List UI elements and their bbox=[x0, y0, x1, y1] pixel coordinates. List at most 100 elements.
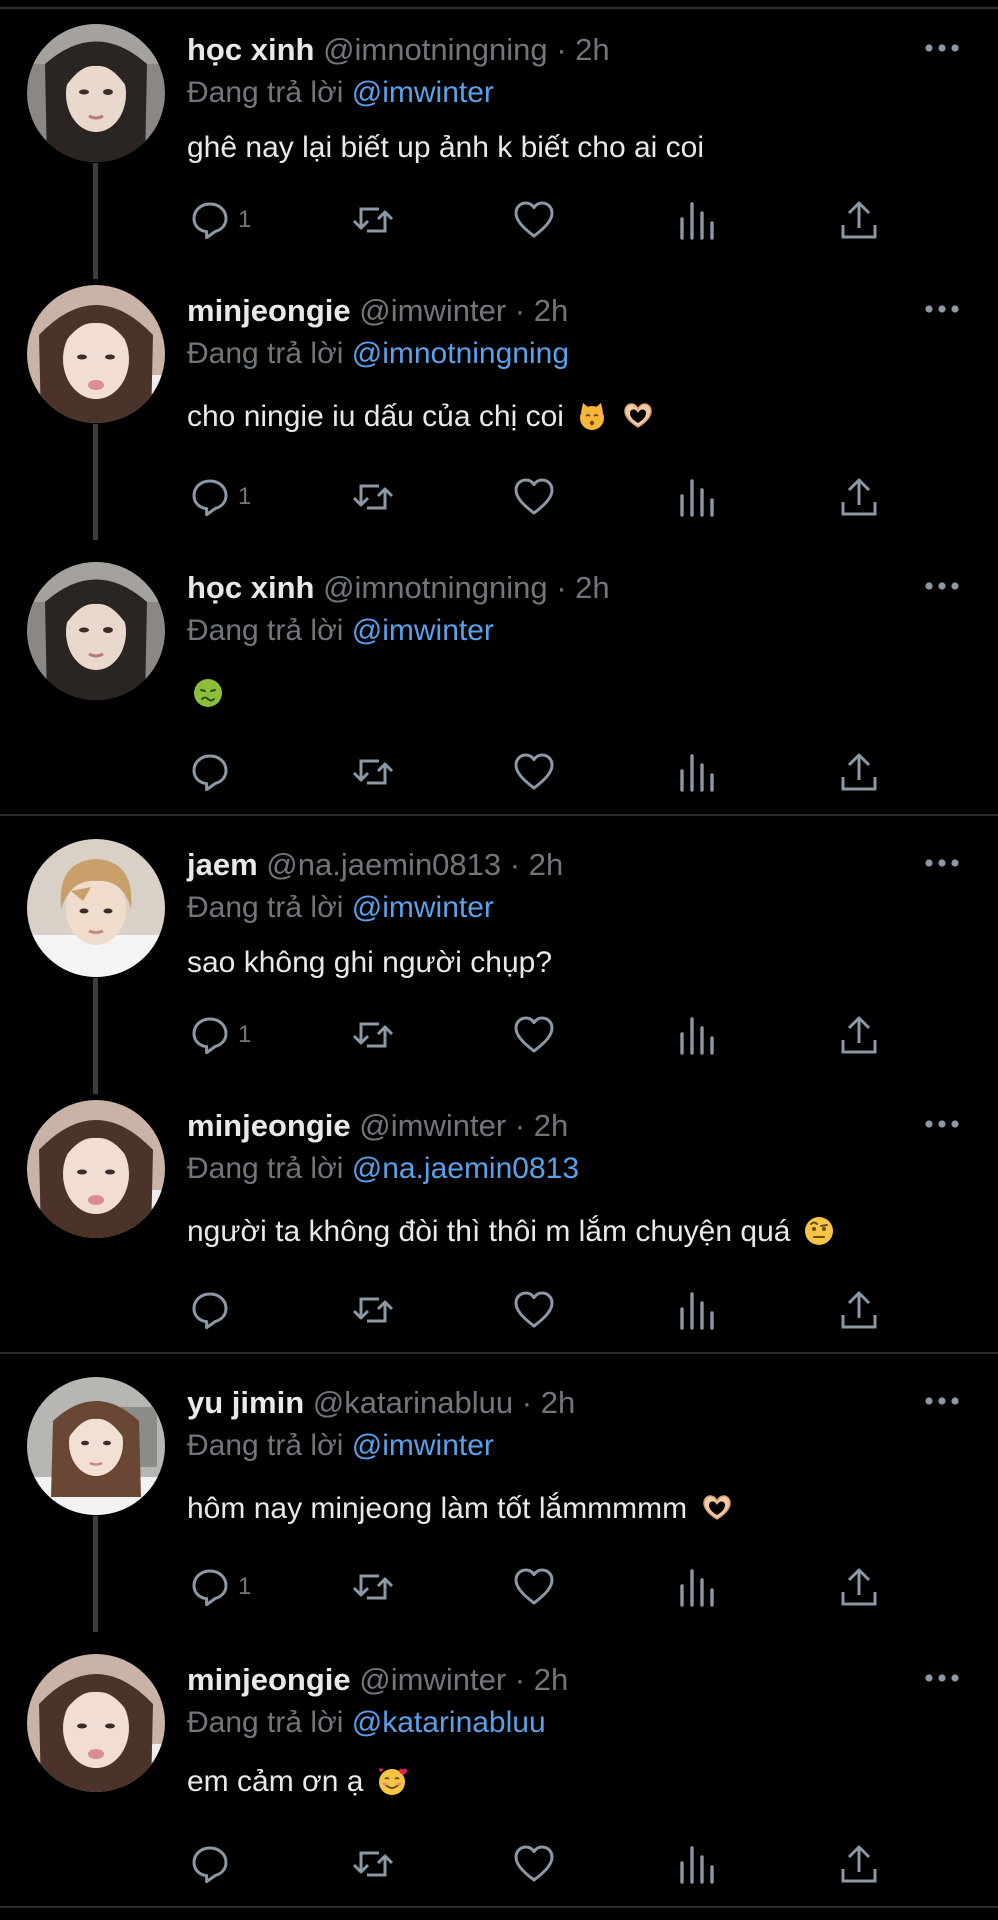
share-button[interactable] bbox=[837, 196, 881, 244]
user-handle[interactable]: @imnotningning bbox=[323, 32, 548, 67]
display-name[interactable]: minjeongie bbox=[187, 1662, 351, 1697]
reply-button[interactable] bbox=[188, 1286, 238, 1334]
display-name[interactable]: học xinh bbox=[187, 32, 314, 67]
tweet-header: học xinh @imnotningning · 2h bbox=[187, 568, 610, 608]
tweet-text-content: ghê nay lại biết up ảnh k biết cho ai co… bbox=[187, 131, 705, 164]
more-options-icon[interactable] bbox=[920, 34, 964, 62]
timestamp[interactable]: 2h bbox=[575, 570, 609, 605]
retweet-icon bbox=[352, 484, 394, 510]
avatar[interactable] bbox=[27, 285, 165, 423]
timestamp[interactable]: 2h bbox=[534, 1108, 568, 1143]
action-bar: 1 bbox=[0, 196, 998, 244]
timestamp[interactable]: 2h bbox=[534, 293, 568, 328]
reply-button[interactable]: 1 bbox=[188, 1563, 251, 1611]
more-options-icon[interactable] bbox=[920, 1387, 964, 1415]
avatar[interactable] bbox=[27, 24, 165, 162]
like-button[interactable] bbox=[512, 1840, 556, 1888]
retweet-button[interactable] bbox=[350, 196, 396, 244]
mention-link[interactable]: @katarinabluu bbox=[352, 1706, 546, 1739]
tweet[interactable]: học xinh @imnotningning · 2h Đang trả lờ… bbox=[0, 538, 998, 814]
display-name[interactable]: học xinh bbox=[187, 570, 314, 605]
avatar[interactable] bbox=[27, 562, 165, 700]
replying-to: Đang trả lời @imnotningning bbox=[187, 334, 569, 374]
views-button[interactable] bbox=[675, 748, 719, 796]
mention-link[interactable]: @imwinter bbox=[352, 1429, 494, 1462]
views-button[interactable] bbox=[675, 473, 719, 521]
avatar[interactable] bbox=[27, 1654, 165, 1792]
replying-to-label: Đang trả lời bbox=[187, 1429, 344, 1462]
share-button[interactable] bbox=[837, 1286, 881, 1334]
share-button[interactable] bbox=[837, 1840, 881, 1888]
reply-button[interactable] bbox=[188, 748, 238, 796]
display-name[interactable]: minjeongie bbox=[187, 293, 351, 328]
separator-dot: · bbox=[521, 1385, 533, 1420]
separator-dot: · bbox=[556, 570, 567, 605]
retweet-button[interactable] bbox=[350, 1840, 396, 1888]
share-button[interactable] bbox=[837, 1011, 881, 1059]
views-button[interactable] bbox=[675, 1286, 719, 1334]
like-button[interactable] bbox=[512, 473, 556, 521]
analytics-icon bbox=[680, 1846, 714, 1884]
mention-link[interactable]: @imwinter bbox=[352, 891, 494, 924]
like-button[interactable] bbox=[512, 1286, 556, 1334]
more-options-icon[interactable] bbox=[920, 572, 964, 600]
timestamp[interactable]: 2h bbox=[541, 1385, 575, 1420]
tweet[interactable]: minjeongie @imwinter · 2h Đang trả lời @… bbox=[0, 1630, 998, 1906]
avatar[interactable] bbox=[27, 1100, 165, 1238]
timestamp[interactable]: 2h bbox=[534, 1662, 568, 1697]
share-button[interactable] bbox=[837, 748, 881, 796]
tweet[interactable]: jaem @na.jaemin0813 · 2h Đang trả lời @i… bbox=[0, 815, 998, 1094]
display-name[interactable]: jaem bbox=[187, 847, 258, 882]
like-button[interactable] bbox=[512, 1563, 556, 1611]
display-name[interactable]: minjeongie bbox=[187, 1108, 351, 1143]
tweet[interactable]: minjeongie @imwinter · 2h Đang trả lời @… bbox=[0, 1076, 998, 1352]
mention-link[interactable]: @na.jaemin0813 bbox=[352, 1152, 579, 1185]
tweet[interactable]: minjeongie @imwinter · 2h Đang trả lời @… bbox=[0, 261, 998, 540]
like-button[interactable] bbox=[512, 196, 556, 244]
reply-button[interactable]: 1 bbox=[188, 196, 251, 244]
user-handle[interactable]: @na.jaemin0813 bbox=[266, 847, 501, 882]
user-handle[interactable]: @katarinabluu bbox=[313, 1385, 513, 1420]
avatar[interactable] bbox=[27, 1377, 165, 1515]
mention-link[interactable]: @imwinter bbox=[352, 76, 494, 109]
retweet-button[interactable] bbox=[350, 1011, 396, 1059]
mention-link[interactable]: @imwinter bbox=[352, 614, 494, 647]
user-handle[interactable]: @imwinter bbox=[359, 1662, 506, 1697]
views-button[interactable] bbox=[675, 196, 719, 244]
share-icon bbox=[841, 1568, 877, 1606]
more-options-icon[interactable] bbox=[920, 295, 964, 323]
user-handle[interactable]: @imwinter bbox=[359, 293, 506, 328]
reply-button[interactable] bbox=[188, 1840, 238, 1888]
retweet-button[interactable] bbox=[350, 748, 396, 796]
views-button[interactable] bbox=[675, 1563, 719, 1611]
user-handle[interactable]: @imnotningning bbox=[323, 570, 548, 605]
retweet-button[interactable] bbox=[350, 473, 396, 521]
separator-dot: · bbox=[509, 847, 521, 882]
avatar-image bbox=[27, 24, 165, 162]
like-button[interactable] bbox=[512, 1011, 556, 1059]
more-options-icon[interactable] bbox=[920, 849, 964, 877]
timestamp[interactable]: 2h bbox=[575, 32, 609, 67]
reply-icon bbox=[192, 1292, 228, 1330]
views-button[interactable] bbox=[675, 1011, 719, 1059]
user-handle[interactable]: @imwinter bbox=[359, 1108, 506, 1143]
timestamp[interactable]: 2h bbox=[529, 847, 563, 882]
more-options-icon[interactable] bbox=[920, 1110, 964, 1138]
tweet-text-content: em cảm ơn ạ bbox=[187, 1765, 364, 1798]
reply-icon bbox=[192, 1846, 228, 1884]
retweet-button[interactable] bbox=[350, 1563, 396, 1611]
avatar[interactable] bbox=[27, 839, 165, 977]
tweet-text: ghê nay lại biết up ảnh k biết cho ai co… bbox=[187, 126, 704, 170]
tweet[interactable]: yu jimin @katarinabluu · 2h Đang trả lời… bbox=[0, 1353, 998, 1632]
mention-link[interactable]: @imnotningning bbox=[352, 337, 569, 370]
retweet-button[interactable] bbox=[350, 1286, 396, 1334]
reply-button[interactable]: 1 bbox=[188, 1011, 251, 1059]
tweet[interactable]: học xinh @imnotningning · 2h Đang trả lờ… bbox=[0, 0, 998, 279]
views-button[interactable] bbox=[675, 1840, 719, 1888]
like-button[interactable] bbox=[512, 748, 556, 796]
display-name[interactable]: yu jimin bbox=[187, 1385, 304, 1420]
share-button[interactable] bbox=[837, 473, 881, 521]
more-options-icon[interactable] bbox=[920, 1664, 964, 1692]
reply-button[interactable]: 1 bbox=[188, 473, 251, 521]
share-button[interactable] bbox=[837, 1563, 881, 1611]
